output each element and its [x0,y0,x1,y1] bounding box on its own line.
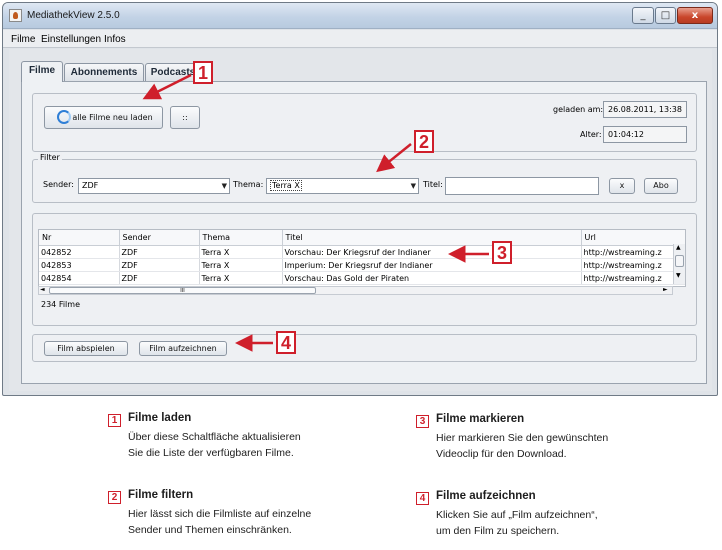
legend-body: Klicken Sie auf „Film aufzeichnen“, um d… [436,507,598,539]
legend-number: 1 [108,414,121,427]
legend-line: Hier markieren Sie den gewünschten [436,432,609,444]
callout-arrows [142,73,489,352]
legend-title: Filme aufzeichnen [436,490,536,502]
legend-body: Hier markieren Sie den gewünschten Video… [436,430,608,462]
legend-line: Sie die Liste der verfügbaren Filme. [128,447,294,459]
legend-line: Videoclip für den Download. [436,448,567,460]
legend-line: Sender und Themen einschränken. [128,524,292,536]
callout-1: 1 [193,61,213,84]
callout-4: 4 [276,331,296,354]
legend-number: 4 [416,492,429,505]
legend-line: um den Film zu speichern. [436,525,560,537]
callout-2: 2 [414,130,434,153]
legend-body: Hier lässt sich die Filmliste auf einzel… [128,506,311,538]
legend-title: Filme markieren [436,413,525,425]
legend-line: Klicken Sie auf „Film aufzeichnen“, [436,509,598,521]
callout-arrow-2 [376,143,412,173]
legend-body: Über diese Schaltfläche aktualisieren Si… [128,429,301,461]
legend-title: Filme laden [128,412,192,424]
legend-number: 2 [108,491,121,504]
legend-line: Über diese Schaltfläche aktualisieren [128,431,301,443]
tab-filme[interactable]: Filme [21,61,63,82]
legend-line: Hier lässt sich die Filmliste auf einzel… [128,508,312,520]
callout-arrow-1 [142,73,192,100]
legend-number: 3 [416,415,429,428]
legend-title: Filme filtern [128,489,194,501]
callout-3: 3 [492,241,512,264]
